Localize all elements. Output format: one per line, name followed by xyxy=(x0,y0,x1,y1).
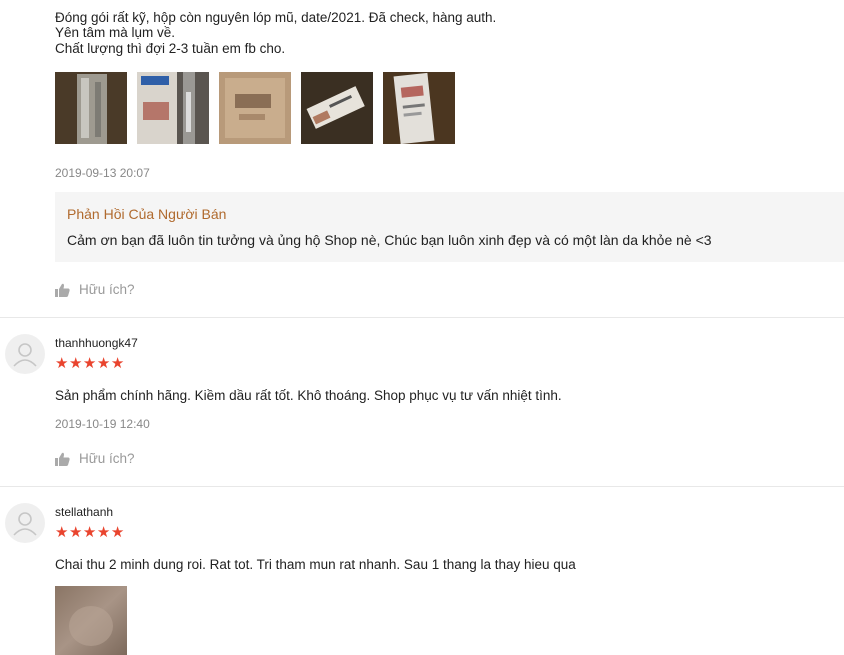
star-icon: ★ xyxy=(68,524,83,541)
review-text-line-1: Đóng gói rất kỹ, hộp còn nguyên lóp mũ, … xyxy=(55,10,497,25)
seller-reply: Phản Hồi Của Người Bán Cảm ơn bạn đã luô… xyxy=(55,192,844,262)
star-icon: ★ xyxy=(55,524,69,541)
star-icon: ★ xyxy=(96,355,111,372)
user-avatar-icon[interactable] xyxy=(5,503,45,543)
rating-stars: ★★★★★ xyxy=(55,523,125,541)
thumbs-up-icon xyxy=(55,283,70,297)
review-photo-4[interactable] xyxy=(301,72,373,144)
seller-reply-title: Phản Hồi Của Người Bán xyxy=(67,206,227,222)
star-icon: ★ xyxy=(110,524,125,541)
star-icon: ★ xyxy=(82,355,97,372)
seller-reply-text: Cảm ơn bạn đã luôn tin tưởng và ủng hộ S… xyxy=(67,232,712,248)
star-icon: ★ xyxy=(68,355,83,372)
review-text-line-2: Yên tâm mà lụm về. xyxy=(55,25,176,40)
divider xyxy=(0,317,844,318)
review-photo-5[interactable] xyxy=(383,72,455,144)
helpful-label: Hữu ích? xyxy=(79,282,135,297)
thumbs-up-icon xyxy=(55,452,70,466)
review-timestamp: 2019-10-19 12:40 xyxy=(55,417,150,431)
review-photo-2[interactable] xyxy=(137,72,209,144)
review-timestamp: 2019-09-13 20:07 xyxy=(55,166,150,180)
review-photo-1[interactable] xyxy=(55,72,127,144)
review-text-line-3: Chất lượng thì đợi 2-3 tuần em fb cho. xyxy=(55,41,286,56)
divider xyxy=(0,486,844,487)
star-icon: ★ xyxy=(110,355,125,372)
helpful-button[interactable]: Hữu ích? xyxy=(55,451,135,466)
star-icon: ★ xyxy=(96,524,111,541)
review-text: Sản phẩm chính hãng. Kiềm dầu rất tốt. K… xyxy=(55,388,562,403)
review-username[interactable]: thanhhuongk47 xyxy=(55,336,138,350)
user-avatar-icon[interactable] xyxy=(5,334,45,374)
review-text: Chai thu 2 minh dung roi. Rat tot. Tri t… xyxy=(55,557,576,572)
helpful-label: Hữu ích? xyxy=(79,451,135,466)
rating-stars: ★★★★★ xyxy=(55,354,125,372)
star-icon: ★ xyxy=(82,524,97,541)
star-icon: ★ xyxy=(55,355,69,372)
review-photo-1[interactable] xyxy=(55,586,127,655)
helpful-button[interactable]: Hữu ích? xyxy=(55,282,135,297)
review-username[interactable]: stellathanh xyxy=(55,505,113,519)
review-photo-3[interactable] xyxy=(219,72,291,144)
